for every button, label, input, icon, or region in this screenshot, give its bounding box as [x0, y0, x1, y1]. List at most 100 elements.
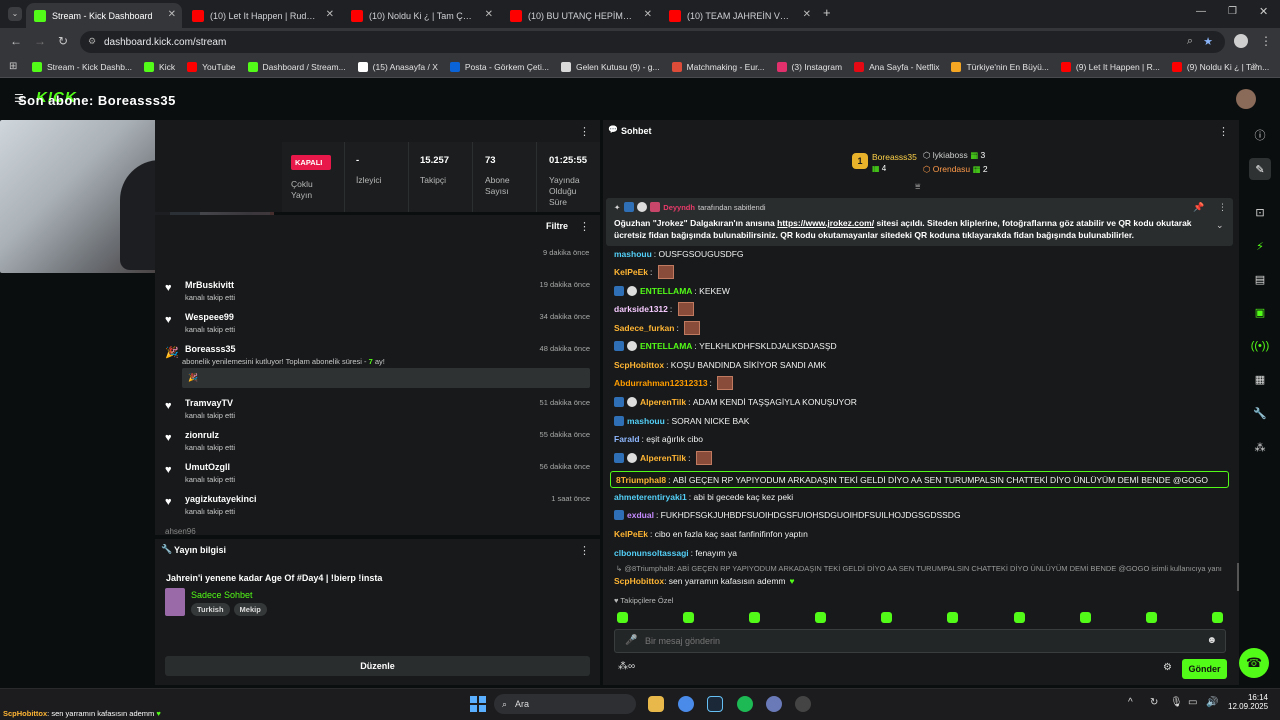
stream-tag[interactable]: Mekip [233, 603, 267, 616]
chat-username[interactable]: 8Triumphal8 [616, 475, 666, 485]
chat-username[interactable]: KelPeEk [614, 267, 648, 277]
emote-shortcut-icon[interactable] [683, 612, 694, 623]
steam-icon[interactable] [707, 696, 723, 712]
tab-search-icon[interactable]: ⌄ [8, 7, 22, 21]
bookmark-item[interactable]: Posta - Görkem Çeti... [449, 61, 549, 72]
activity-username[interactable]: yagizkutayekinci [185, 494, 257, 504]
chat-input-box[interactable]: 🎤 ☻ [614, 629, 1226, 653]
chat-input[interactable] [645, 634, 1185, 648]
bookmark-item[interactable]: (15) Anasayfa / X [357, 61, 438, 72]
browser-tab[interactable]: (10) BU UTANÇ HEPİMİZİN | M✕ [502, 3, 658, 28]
bookmark-item[interactable]: Dashboard / Stream... [247, 61, 346, 72]
windows-start-icon[interactable] [470, 696, 486, 712]
back-icon[interactable]: ← [10, 34, 22, 48]
stats-menu-icon[interactable]: ⋮ [579, 125, 590, 138]
new-tab-icon[interactable]: + [823, 5, 831, 20]
chat-username[interactable]: AlperenTilk [640, 397, 686, 407]
spotify-icon[interactable] [737, 696, 753, 712]
nodes-icon[interactable]: ⁂ [1249, 436, 1271, 458]
bookmark-item[interactable]: YouTube [187, 61, 236, 72]
emote-shortcut-icon[interactable] [815, 612, 826, 623]
close-tab-icon[interactable]: ✕ [326, 9, 334, 20]
browser-tab[interactable]: (10) TEAM JAHREİN VS TEAM✕ [661, 3, 817, 28]
chat-toggle-icon[interactable]: ▣ [1249, 301, 1271, 323]
forward-icon[interactable]: → [34, 34, 46, 48]
close-tab-icon[interactable]: ✕ [644, 9, 652, 20]
bookmark-item[interactable]: (3) Instagram [776, 61, 842, 72]
printer-icon[interactable]: ▦ [1249, 368, 1271, 390]
chat-username[interactable]: KelPeEk [614, 529, 648, 539]
tray-volume-icon[interactable]: 🔊 [1206, 697, 1218, 708]
stream-tag[interactable]: Turkish [191, 603, 230, 616]
leader-2[interactable]: ⬡ lykiaboss ▦ 3 [923, 150, 985, 161]
emote-shortcut-icon[interactable] [617, 612, 628, 623]
pinned-menu-icon[interactable]: ⋮ [1218, 202, 1227, 213]
leader-3[interactable]: ⬡ Orendasu ▦ 2 [923, 164, 988, 175]
close-tab-icon[interactable]: ✕ [803, 9, 811, 20]
tray-chevron-icon[interactable]: ^ [1128, 697, 1133, 708]
bookmark-item[interactable]: Kick [144, 61, 175, 72]
user-avatar[interactable] [1236, 89, 1256, 109]
tray-mic-icon[interactable]: 🎙 [1170, 697, 1183, 708]
chat-username[interactable]: AlperenTilk [640, 453, 686, 463]
file-explorer-icon[interactable] [648, 696, 664, 712]
bookmark-star-icon[interactable]: ★ [1203, 35, 1213, 48]
clock[interactable]: 16:14 12.09.2025 [1228, 693, 1268, 711]
bookmark-item[interactable]: Türkiye'nin En Büyü... [951, 61, 1049, 72]
activity-username[interactable]: TramvayTV [185, 398, 233, 408]
app-icon[interactable] [766, 696, 782, 712]
emote-shortcut-icon[interactable] [881, 612, 892, 623]
emote-shortcut-icon[interactable] [1014, 612, 1025, 623]
close-window-icon[interactable]: ✕ [1259, 5, 1268, 18]
expand-leaderboard-icon[interactable]: ⩸ [915, 181, 920, 192]
activity-menu-icon[interactable]: ⋮ [579, 220, 590, 233]
lightning-icon[interactable]: ⚡ [1249, 235, 1271, 257]
more-bookmarks-icon[interactable]: » [1252, 60, 1258, 71]
zoom-icon[interactable]: ⌕ [1187, 35, 1193, 48]
minimize-icon[interactable]: — [1196, 6, 1206, 17]
emote-shortcut-icon[interactable] [1212, 612, 1223, 623]
chat-settings-icon[interactable]: ⚙ [1163, 662, 1172, 673]
taskbar-search[interactable]: ⌕ Ara [494, 694, 636, 714]
tray-network-icon[interactable]: ▭ [1188, 697, 1197, 708]
chat-username[interactable]: ScpHobittox [614, 360, 664, 370]
chat-username[interactable]: Farald [614, 434, 640, 444]
chat-username[interactable]: clbonunsoltassagi [614, 548, 689, 558]
activity-username[interactable]: UmutOzgll [185, 462, 230, 472]
chat-username[interactable]: darkside1312 [614, 304, 668, 314]
chat-username[interactable]: ENTELLAMA [640, 341, 692, 351]
stream-info-menu-icon[interactable]: ⋮ [579, 544, 590, 557]
emoji-picker-icon[interactable]: ☻ [1206, 635, 1217, 646]
apps-grid-icon[interactable]: ⊞ [9, 61, 17, 72]
support-button[interactable]: ☎ [1239, 648, 1269, 678]
chrome-icon[interactable] [678, 696, 694, 712]
activity-username[interactable]: zionrulz [185, 430, 219, 440]
obs-icon[interactable] [795, 696, 811, 712]
site-info-icon[interactable]: ⚙ [88, 36, 96, 47]
profile-avatar[interactable] [1234, 34, 1248, 48]
emote-shortcut-icon[interactable] [1146, 612, 1157, 623]
chat-username[interactable]: mashouu [627, 416, 665, 426]
broadcast-icon[interactable]: ((•)) [1249, 335, 1271, 357]
bookmark-item[interactable]: Gelen Kutusu (9) - g... [560, 61, 660, 72]
chat-username[interactable]: mashouu [614, 249, 652, 259]
edit-pencil-icon[interactable]: ✎ [1249, 158, 1271, 180]
send-button[interactable]: Gönder [1182, 659, 1227, 679]
bookmark-item[interactable]: Stream - Kick Dashb... [32, 61, 132, 72]
filter-button[interactable]: Filtre [546, 221, 568, 231]
chat-username[interactable]: ahmeterentiryaki1 [614, 492, 687, 502]
browser-tab[interactable]: (10) Noldu Ki ¿ | Tam Çerezlik✕ [343, 3, 499, 28]
browser-menu-icon[interactable]: ⋮ [1260, 34, 1272, 48]
maximize-icon[interactable]: ❐ [1228, 6, 1237, 17]
activity-username[interactable]: Boreasss35 [185, 344, 236, 354]
chat-username[interactable]: Sadece_furkan [614, 323, 674, 333]
document-icon[interactable]: ▤ [1249, 268, 1271, 290]
url-field[interactable]: ⚙ dashboard.kick.com/stream ⌕ ★ [80, 31, 1225, 53]
activity-username[interactable]: MrBuskivitt [185, 280, 234, 290]
leader-1-name[interactable]: Boreasss35 [872, 152, 917, 162]
chat-scrollbar[interactable] [1237, 563, 1239, 591]
bookmark-item[interactable]: Matchmaking - Eur... [671, 61, 765, 72]
info-icon[interactable]: ⓘ [1249, 124, 1271, 146]
edit-button[interactable]: Düzenle [165, 656, 590, 676]
chevron-down-icon[interactable]: ⌄ [1216, 220, 1224, 231]
